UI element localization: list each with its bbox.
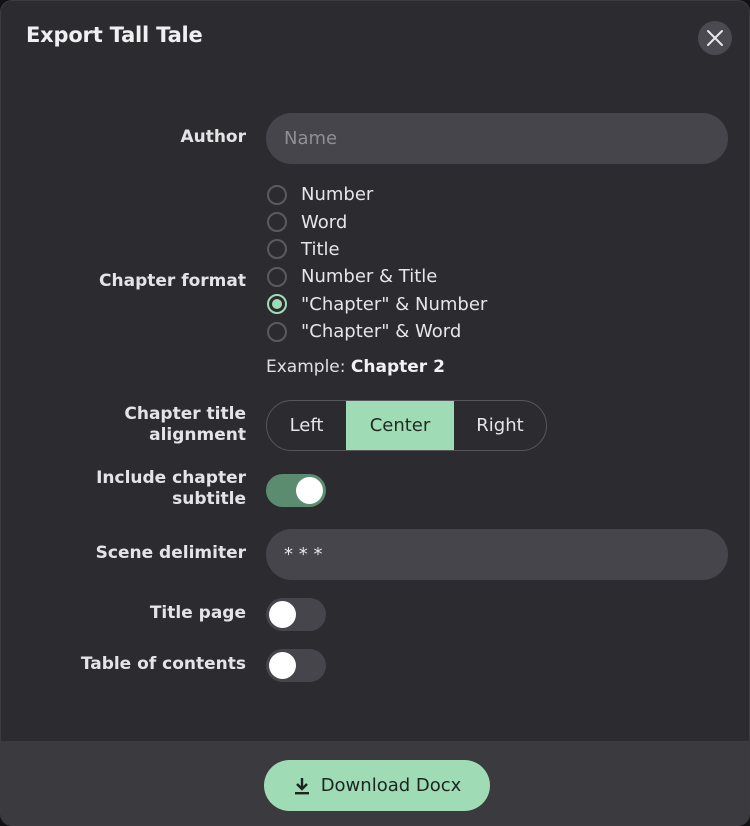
chapter-format-example: Example: Chapter 2: [266, 357, 445, 377]
radio-button[interactable]: [267, 184, 287, 205]
toggle-knob: [269, 652, 296, 679]
toggle-knob: [269, 601, 296, 628]
subtitle-toggle[interactable]: [266, 474, 326, 507]
example-prefix: Example:: [266, 357, 346, 377]
subtitle-label-line2: subtitle: [172, 489, 246, 509]
title-page-label: Title page: [149, 603, 246, 623]
chapter-format-radio-group: Number Word Title Number & Title "Chapte…: [266, 181, 487, 345]
example-value: Chapter 2: [350, 357, 445, 377]
subtitle-label-line1: Include chapter: [96, 468, 246, 488]
close-button[interactable]: [698, 21, 732, 55]
subtitle-label: Include chapter subtitle: [96, 468, 246, 510]
download-icon: [293, 777, 311, 795]
alignment-label: Chapter title alignment: [124, 404, 246, 446]
radio-label: Word: [301, 211, 348, 233]
radio-button[interactable]: [267, 266, 287, 287]
download-label: Download Docx: [320, 775, 462, 796]
radio-label: Title: [301, 238, 340, 260]
radio-selected-dot: [272, 299, 282, 310]
dialog-title: Export Tall Tale: [26, 23, 203, 47]
chapter-format-label: Chapter format: [99, 271, 246, 291]
radio-option-chapter-and-number[interactable]: "Chapter" & Number: [266, 291, 487, 318]
alignment-label-line2: alignment: [149, 425, 246, 445]
toggle-knob: [296, 477, 323, 504]
radio-button-selected[interactable]: [267, 294, 287, 315]
alignment-left-button[interactable]: Left: [267, 401, 346, 450]
download-docx-button[interactable]: Download Docx: [264, 760, 490, 811]
author-input[interactable]: [266, 113, 728, 164]
radio-label: Number & Title: [301, 266, 438, 288]
radio-option-word[interactable]: Word: [266, 208, 487, 235]
radio-button[interactable]: [267, 212, 287, 233]
toc-toggle[interactable]: [266, 649, 326, 682]
radio-label: "Chapter" & Word: [301, 321, 462, 343]
alignment-right-button[interactable]: Right: [454, 401, 546, 450]
radio-option-chapter-and-word[interactable]: "Chapter" & Word: [266, 318, 487, 345]
radio-label: "Chapter" & Number: [301, 293, 488, 315]
alignment-label-line1: Chapter title: [124, 404, 246, 424]
radio-option-title[interactable]: Title: [266, 236, 487, 263]
close-icon: [707, 30, 723, 46]
radio-label: Number: [301, 184, 374, 206]
alignment-segmented-control: Left Center Right: [266, 400, 547, 451]
export-dialog: Export Tall Tale Author Chapter format N…: [0, 0, 750, 826]
author-label: Author: [180, 127, 246, 147]
radio-option-number[interactable]: Number: [266, 181, 487, 208]
toc-label: Table of contents: [80, 654, 246, 674]
dialog-footer: Download Docx: [1, 741, 749, 825]
radio-button[interactable]: [267, 239, 287, 260]
title-page-toggle[interactable]: [266, 598, 326, 631]
scene-delimiter-label: Scene delimiter: [95, 543, 246, 563]
radio-button[interactable]: [267, 321, 287, 342]
radio-option-number-and-title[interactable]: Number & Title: [266, 263, 487, 290]
scene-delimiter-input[interactable]: [266, 529, 728, 580]
alignment-center-button[interactable]: Center: [346, 401, 454, 450]
